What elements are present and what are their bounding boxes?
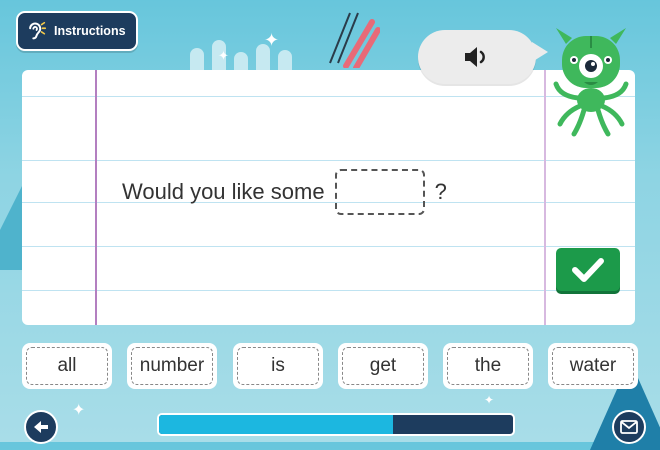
- sparkle-decoration: ✦: [218, 49, 229, 64]
- worksheet-paper: Would you like some ?: [22, 70, 635, 325]
- word-tile-label: is: [271, 355, 285, 376]
- play-audio-button[interactable]: [418, 30, 548, 84]
- speaker-icon: [465, 47, 485, 67]
- word-tile-label: the: [474, 355, 502, 376]
- sparkle-decoration: ✦: [484, 393, 495, 407]
- instructions-button[interactable]: Instructions: [16, 11, 138, 51]
- word-options: all number is get the water: [22, 343, 638, 391]
- word-tile-label: number: [139, 355, 205, 376]
- sparkle-decoration: ✦: [72, 400, 86, 419]
- check-answer-button[interactable]: [556, 248, 620, 291]
- word-tile-label: all: [57, 355, 77, 376]
- mail-icon: [620, 420, 638, 434]
- check-icon: [572, 257, 604, 282]
- ear-icon: [29, 21, 47, 40]
- monster-mascot: [553, 28, 629, 137]
- margin-line: [95, 70, 97, 325]
- answer-drop-slot[interactable]: [334, 169, 425, 215]
- progress-bar: [157, 413, 515, 436]
- skis-decoration: [329, 12, 380, 68]
- sentence-text-before: Would you like some: [122, 179, 325, 204]
- word-tile-label: water: [569, 355, 617, 376]
- progress-fill: [159, 415, 393, 434]
- sentence: Would you like some ?: [122, 169, 447, 215]
- castle-decoration: [190, 40, 310, 70]
- feedback-button[interactable]: [612, 410, 646, 444]
- word-tile[interactable]: is: [233, 343, 323, 389]
- word-tile-label: get: [369, 355, 397, 376]
- word-tile[interactable]: the: [443, 343, 533, 389]
- sentence-text-after: ?: [434, 179, 447, 204]
- word-tile[interactable]: all: [22, 343, 112, 389]
- word-tile[interactable]: water: [548, 343, 638, 389]
- back-button[interactable]: [24, 410, 58, 444]
- word-tile[interactable]: number: [127, 343, 217, 389]
- sparkle-decoration: ✦: [264, 30, 280, 51]
- margin-line: [544, 70, 546, 325]
- arrow-left-icon: [34, 421, 48, 433]
- instructions-label: Instructions: [54, 24, 126, 38]
- word-tile[interactable]: get: [338, 343, 428, 389]
